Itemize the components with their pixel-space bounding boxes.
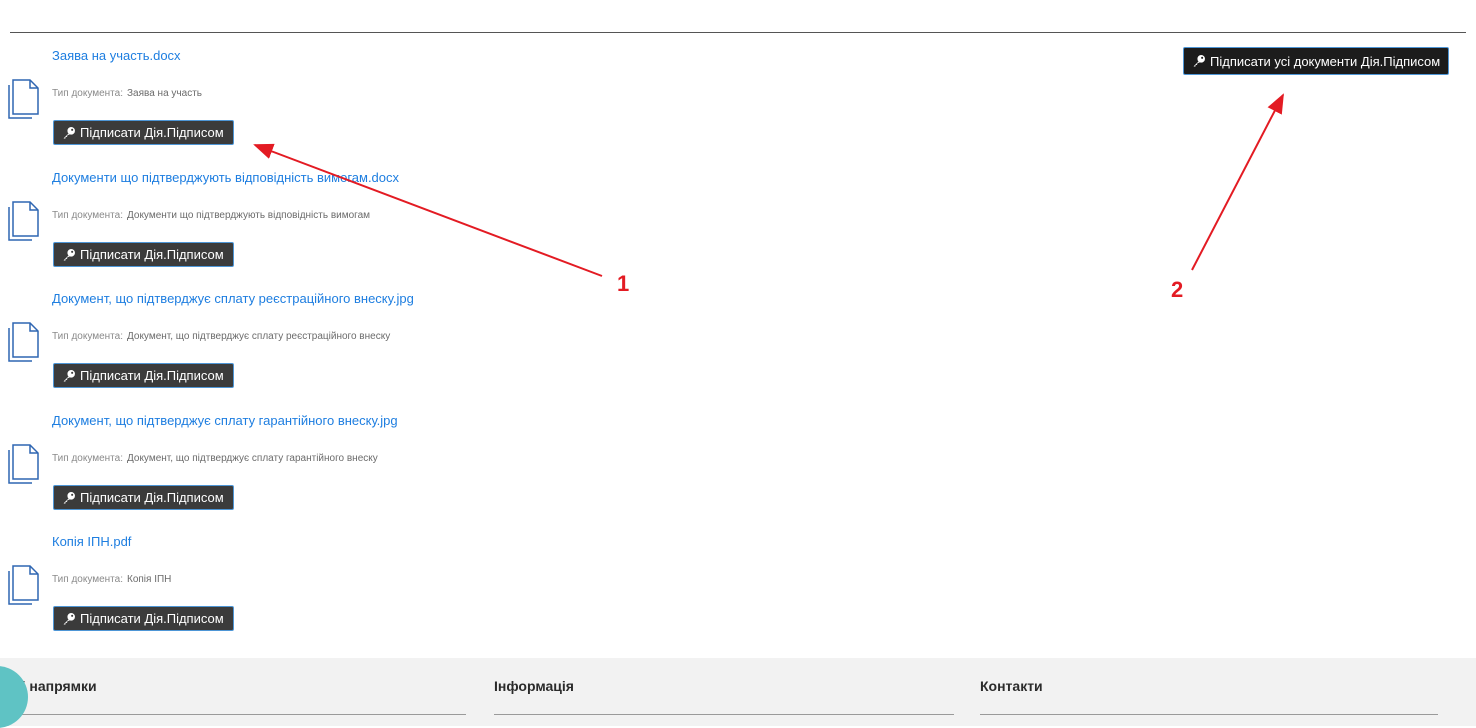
document-type-value: Документ, що підтверджує сплату реєстрац… [127,331,391,342]
key-icon [63,491,75,504]
document-icon [8,322,39,362]
document-type: Тип документа: Документ, що підтверджує с… [52,453,378,464]
document-item: Заява на участь.docx Тип документа: Заява… [0,48,700,163]
footer-heading-contacts[interactable]: Контакти [980,678,1043,694]
footer-column-directions: Усі напрямки [6,678,466,715]
document-icon [8,201,39,241]
document-item: Документ, що підтверджує сплату гарантій… [0,413,700,528]
key-icon [63,248,75,261]
sign-document-label: Підписати Дія.Підписом [80,368,224,383]
clipped-header-text: ... .. . .. .. . .. .. .. . . . [30,4,156,10]
footer-heading-information[interactable]: Інформація [494,678,574,694]
document-type-label: Тип документа: [52,88,123,99]
sign-document-button[interactable]: Підписати Дія.Підписом [53,485,234,510]
document-item: Документ, що підтверджує сплату реєстрац… [0,291,700,406]
document-type-value: Заява на участь [127,88,202,99]
annotation-label-1: 1 [617,271,630,296]
sign-document-label: Підписати Дія.Підписом [80,247,224,262]
sign-all-documents-label: Підписати усі документи Дія.Підписом [1210,53,1441,69]
sign-document-button[interactable]: Підписати Дія.Підписом [53,242,234,267]
top-divider [10,32,1466,33]
sign-document-button[interactable]: Підписати Дія.Підписом [53,606,234,631]
key-icon [63,612,75,625]
document-icon [8,565,39,605]
document-link[interactable]: Документ, що підтверджує сплату гарантій… [52,413,398,428]
document-type-label: Тип документа: [52,453,123,464]
annotation-arrow-2 [1191,93,1284,271]
document-item: Документи що підтверджують відповідність… [0,170,700,285]
document-link[interactable]: Заява на участь.docx [52,48,181,63]
document-type-label: Тип документа: [52,331,123,342]
sign-all-documents-button[interactable]: Підписати усі документи Дія.Підписом [1183,47,1450,75]
document-icon [8,79,39,119]
document-item: Копія ІПН.pdf Тип документа: Копія ІПН Пі… [0,534,700,649]
document-type: Тип документа: Документ, що підтверджує с… [52,331,390,342]
document-type-value: Документ, що підтверджує сплату гарантій… [127,453,378,464]
document-type-value: Документи що підтверджують відповідність… [127,210,371,221]
document-link[interactable]: Документи що підтверджують відповідність… [52,170,399,185]
footer: Усі напрямки Інформація Контакти [0,658,1476,726]
key-icon [63,126,75,139]
key-icon [63,369,75,382]
document-icon [8,444,39,484]
document-type: Тип документа: Заява на участь [52,88,202,99]
document-link[interactable]: Копія ІПН.pdf [52,534,131,549]
document-type: Тип документа: Копія ІПН [52,574,171,585]
sign-document-button[interactable]: Підписати Дія.Підписом [53,120,234,145]
annotation-label-2: 2 [1171,277,1184,302]
key-icon [1193,55,1205,67]
sign-document-label: Підписати Дія.Підписом [80,125,224,140]
sign-document-label: Підписати Дія.Підписом [80,611,224,626]
document-type-value: Копія ІПН [127,574,172,585]
footer-column-information: Інформація [494,678,954,715]
footer-column-contacts: Контакти [980,678,1438,715]
sign-document-label: Підписати Дія.Підписом [80,490,224,505]
document-type-label: Тип документа: [52,210,123,221]
sign-document-button[interactable]: Підписати Дія.Підписом [53,363,234,388]
document-type-label: Тип документа: [52,574,123,585]
document-link[interactable]: Документ, що підтверджує сплату реєстрац… [52,291,414,306]
document-type: Тип документа: Документи що підтверджують… [52,210,370,221]
